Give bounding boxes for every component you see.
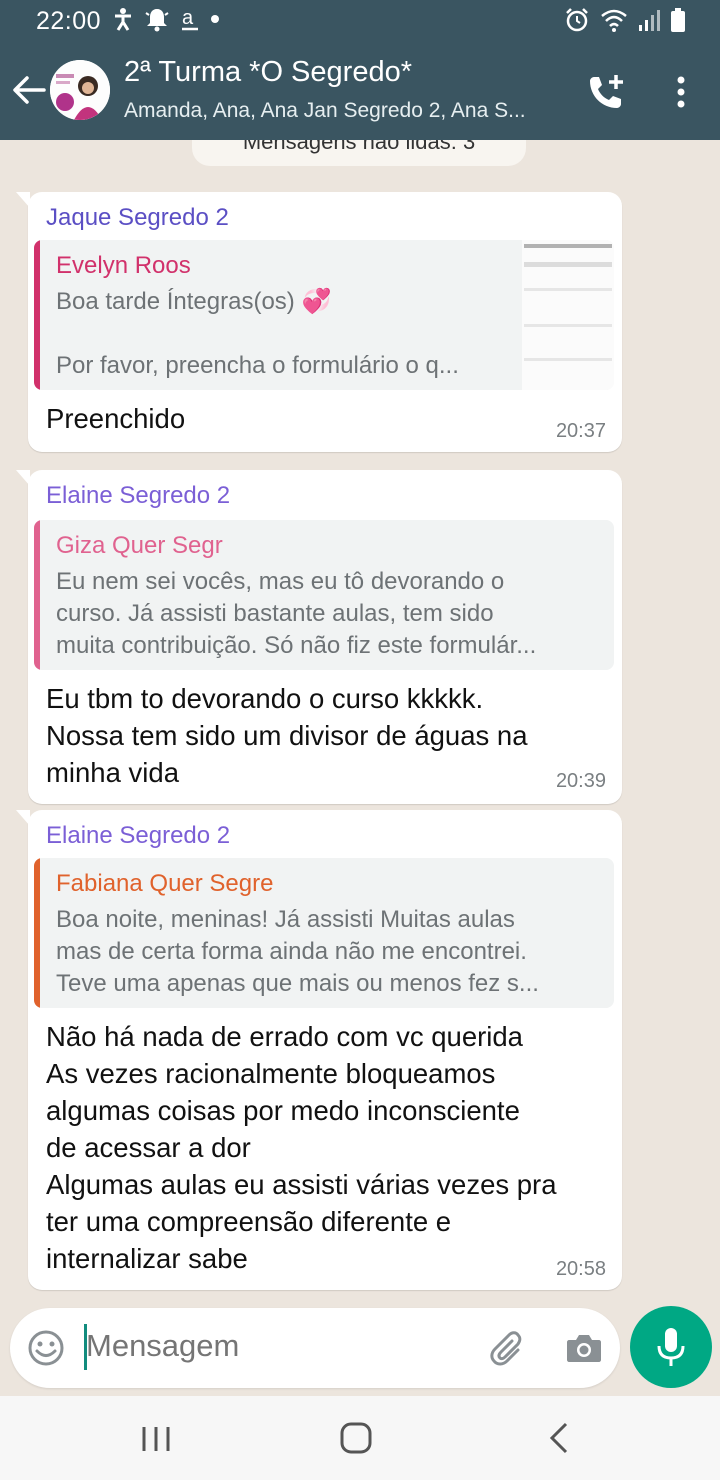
quote-bar: [34, 240, 40, 390]
status-left-icons: a: [112, 6, 220, 32]
battery-icon: [671, 8, 685, 32]
alarm-icon: [566, 8, 588, 32]
notification-bell-icon: [145, 9, 169, 32]
status-time: 22:00: [36, 7, 102, 35]
message-text[interactable]: As vezes racionalmente bloqueamos: [46, 1055, 495, 1092]
dot-icon: [211, 15, 219, 23]
quote-author: Fabiana Quer Segre: [56, 870, 274, 897]
message-text[interactable]: minha vida: [46, 754, 179, 791]
message-sender[interactable]: Elaine Segredo 2: [46, 482, 230, 510]
emoji-icon[interactable]: [26, 1328, 66, 1368]
quote-author: Evelyn Roos: [56, 252, 191, 279]
message-sender[interactable]: Elaine Segredo 2: [46, 822, 230, 850]
bubble-tail: [16, 470, 30, 486]
message-time: 20:37: [555, 420, 606, 442]
message-bubble[interactable]: Jaque Segredo 2 Evelyn Roos Boa tarde Ín…: [16, 192, 622, 452]
quote-line: curso. Já assisti bastante aulas, tem si…: [56, 600, 494, 627]
quote-line: Eu nem sei vocês, mas eu tô devorando o: [56, 568, 505, 595]
quote-line: Boa noite, meninas! Já assisti Muitas au…: [56, 906, 515, 933]
message-time: 20:39: [555, 770, 606, 792]
status-bar: 22:00 a: [0, 0, 720, 42]
message-text[interactable]: Algumas aulas eu assisti várias vezes pr…: [46, 1166, 557, 1203]
message-text[interactable]: ter uma compreensão diferente e: [46, 1203, 451, 1240]
more-options-icon[interactable]: [664, 72, 698, 112]
quote-bar: [34, 520, 40, 670]
bubble-tail: [16, 810, 30, 826]
signal-icon: [639, 10, 660, 31]
quoted-message[interactable]: Giza Quer Segr Eu nem sei vocês, mas eu …: [34, 520, 614, 670]
add-call-icon[interactable]: [586, 72, 628, 112]
quote-line: mas de certa forma ainda não me encontre…: [56, 938, 527, 965]
quote-bar: [34, 858, 40, 1008]
chat-area[interactable]: Mensagens não lidas: 3 Jaque Segredo 2 E…: [0, 140, 720, 1300]
system-nav-bar: [0, 1396, 720, 1480]
message-text[interactable]: Não há nada de errado com vc querida: [46, 1018, 523, 1055]
camera-icon[interactable]: [564, 1328, 604, 1368]
status-right-icons: [564, 7, 686, 33]
back-arrow-icon[interactable]: [10, 71, 48, 109]
message-text[interactable]: de acessar a dor: [46, 1129, 251, 1166]
message-composer: [10, 1308, 620, 1388]
voice-record-button[interactable]: [630, 1306, 712, 1388]
attach-icon[interactable]: [488, 1328, 528, 1368]
group-members[interactable]: Amanda, Ana, Ana Jan Segredo 2, Ana S...: [124, 99, 564, 123]
group-title[interactable]: 2ª Turma *O Segredo*: [124, 56, 412, 89]
back-icon[interactable]: [544, 1420, 574, 1456]
message-text[interactable]: Nossa tem sido um divisor de águas na: [46, 717, 528, 754]
recent-apps-icon[interactable]: [136, 1424, 176, 1454]
message-time: 20:58: [555, 1258, 606, 1280]
message-text[interactable]: Eu tbm to devorando o curso kkkkk.: [46, 680, 483, 717]
message-text[interactable]: algumas coisas por medo inconsciente: [46, 1092, 520, 1129]
wifi-icon: [601, 9, 627, 32]
home-icon[interactable]: [336, 1420, 376, 1456]
amazon-icon: a: [182, 7, 198, 31]
group-avatar-image: [50, 60, 110, 120]
message-bubble[interactable]: Elaine Segredo 2 Giza Quer Segr Eu nem s…: [16, 470, 622, 804]
svg-text:a: a: [182, 7, 194, 29]
message-input[interactable]: [86, 1328, 466, 1364]
group-avatar[interactable]: [50, 60, 110, 120]
quote-line: Teve uma apenas que mais ou menos fez s.…: [56, 970, 539, 997]
quote-thumbnail: [522, 240, 614, 390]
message-bubble[interactable]: Elaine Segredo 2 Fabiana Quer Segre Boa …: [16, 810, 622, 1290]
quoted-message[interactable]: Fabiana Quer Segre Boa noite, meninas! J…: [34, 858, 614, 1008]
unread-banner: Mensagens não lidas: 3: [192, 140, 526, 166]
quote-line: Por favor, preencha o formulário o q...: [56, 352, 459, 379]
microphone-icon: [657, 1328, 685, 1366]
bubble-tail: [16, 192, 30, 208]
message-text[interactable]: internalizar sabe: [46, 1240, 248, 1277]
message-sender[interactable]: Jaque Segredo 2: [46, 204, 229, 232]
accessibility-icon: [115, 8, 131, 31]
quote-author: Giza Quer Segr: [56, 532, 223, 559]
quote-line: Boa tarde Íntegras(os) 💞: [56, 288, 332, 315]
message-text[interactable]: Preenchido: [46, 400, 185, 437]
quote-line: muita contribuição. Só não fiz este form…: [56, 632, 537, 659]
chat-header: 2ª Turma *O Segredo* Amanda, Ana, Ana Ja…: [0, 42, 720, 140]
quoted-message[interactable]: Evelyn Roos Boa tarde Íntegras(os) 💞 Por…: [34, 240, 614, 390]
